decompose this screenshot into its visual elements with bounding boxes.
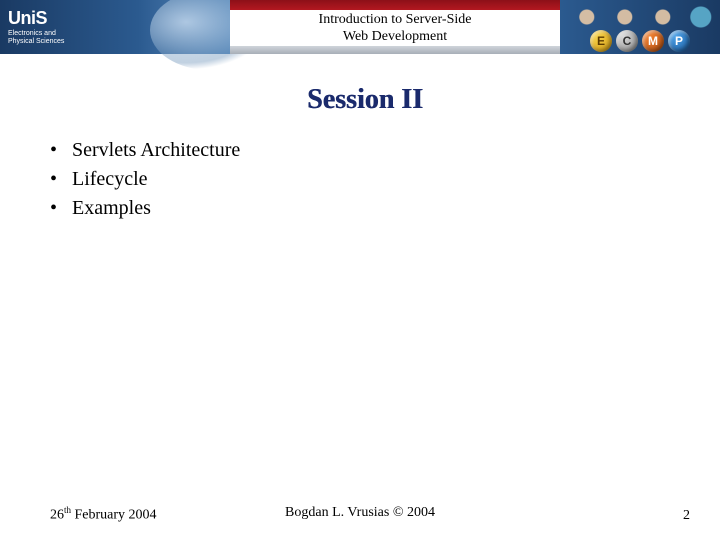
banner-right: E C M P bbox=[560, 0, 720, 54]
header-banner: UniS Electronics and Physical Sciences I… bbox=[0, 0, 720, 54]
logo-subtitle-2: Physical Sciences bbox=[8, 38, 64, 46]
course-title-line1: Introduction to Server-Side bbox=[319, 12, 472, 27]
footer-author: Bogdan L. Vrusias © 2004 bbox=[285, 505, 435, 521]
course-title: Introduction to Server-Side Web Developm… bbox=[319, 9, 472, 46]
footer-page-number: 2 bbox=[683, 508, 690, 524]
date-rest: February 2004 bbox=[71, 508, 157, 523]
badge-e: E bbox=[590, 30, 612, 52]
course-title-line2: Web Development bbox=[343, 29, 447, 44]
badge-row: E C M P bbox=[590, 30, 690, 54]
list-item: Examples bbox=[50, 194, 680, 223]
list-item: Lifecycle bbox=[50, 165, 680, 194]
slide-heading: Session II bbox=[50, 84, 680, 116]
institution-logo: UniS Electronics and Physical Sciences bbox=[0, 8, 64, 45]
slide-body: Session II Servlets Architecture Lifecyc… bbox=[0, 54, 720, 223]
logo-text: UniS bbox=[8, 8, 64, 29]
bullet-list: Servlets Architecture Lifecycle Examples bbox=[50, 136, 680, 223]
footer-date: 26th February 2004 bbox=[50, 505, 157, 524]
logo-subtitle-1: Electronics and bbox=[8, 30, 64, 38]
badge-c: C bbox=[616, 30, 638, 52]
slide-footer: 26th February 2004 Bogdan L. Vrusias © 2… bbox=[0, 505, 720, 524]
list-item: Servlets Architecture bbox=[50, 136, 680, 165]
badge-p: P bbox=[668, 30, 690, 52]
date-day: 26 bbox=[50, 508, 64, 523]
date-ordinal: th bbox=[64, 505, 71, 515]
banner-left: UniS Electronics and Physical Sciences bbox=[0, 0, 230, 54]
banner-center: Introduction to Server-Side Web Developm… bbox=[230, 0, 560, 54]
badge-m: M bbox=[642, 30, 664, 52]
banner-decoration bbox=[564, 2, 716, 32]
